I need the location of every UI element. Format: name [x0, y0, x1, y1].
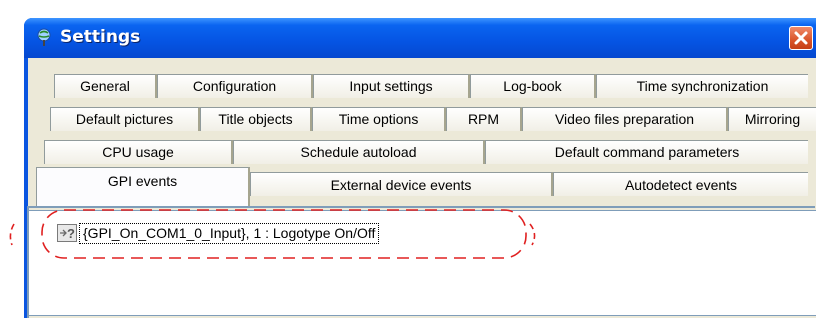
list-item[interactable]: ? {GPI_On_COM1_0_Input}, 1 : Logotype On… [57, 222, 380, 244]
tab-external-device-events[interactable]: External device events [250, 172, 553, 196]
tab-video-files-preparation[interactable]: Video files preparation [522, 107, 728, 131]
window-title: Settings [60, 27, 141, 47]
tab-time-synchronization[interactable]: Time synchronization [596, 74, 808, 98]
tab-schedule-autoload[interactable]: Schedule autoload [233, 140, 485, 164]
tab-time-options[interactable]: Time options [312, 107, 446, 131]
tab-title-objects[interactable]: Title objects [200, 107, 312, 131]
unknown-event-icon: ? [57, 224, 77, 242]
tab-rpm[interactable]: RPM [446, 107, 522, 131]
tab-mirroring[interactable]: Mirroring [728, 107, 816, 131]
tab-log-book[interactable]: Log-book [470, 74, 596, 98]
tab-default-command-parameters[interactable]: Default command parameters [485, 140, 808, 164]
tab-gpi-events[interactable]: GPI events [36, 167, 250, 207]
list-item-label: {GPI_On_COM1_0_Input}, 1 : Logotype On/O… [79, 222, 380, 244]
title-bar[interactable]: Settings [24, 18, 816, 58]
close-button[interactable] [789, 26, 813, 50]
tab-autodetect-events[interactable]: Autodetect events [553, 172, 808, 196]
tab-cpu-usage[interactable]: CPU usage [44, 140, 233, 164]
tab-general[interactable]: General [54, 74, 157, 98]
close-icon [794, 31, 808, 45]
globe-pin-icon [37, 28, 51, 46]
tab-configuration[interactable]: Configuration [157, 74, 313, 98]
svg-text:?: ? [67, 226, 75, 241]
tab-default-pictures[interactable]: Default pictures [50, 107, 200, 131]
tab-input-settings[interactable]: Input settings [313, 74, 470, 98]
